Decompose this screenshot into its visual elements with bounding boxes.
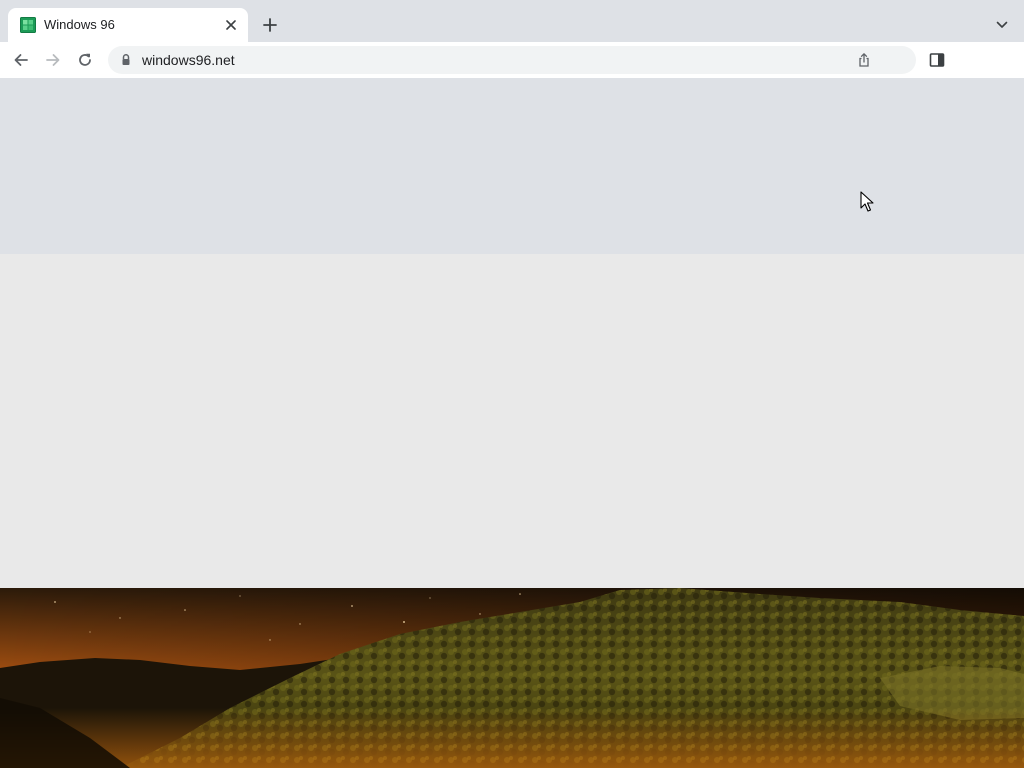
page-content xyxy=(0,78,1024,768)
reload-icon[interactable] xyxy=(72,47,98,73)
chevron-down-icon[interactable] xyxy=(990,13,1014,37)
plus-icon[interactable] xyxy=(258,13,282,37)
close-icon[interactable] xyxy=(222,16,240,34)
tab-strip: Windows 96 xyxy=(0,0,1024,42)
browser-toolbar: windows96.net xyxy=(0,42,1024,78)
tab-title: Windows 96 xyxy=(44,17,115,32)
windows-logo-icon xyxy=(20,17,36,33)
url-text[interactable]: windows96.net xyxy=(142,52,235,68)
lock-icon[interactable] xyxy=(119,53,133,67)
mouse-cursor-icon xyxy=(860,191,874,213)
address-bar[interactable]: windows96.net xyxy=(108,46,916,74)
side-panel-icon[interactable] xyxy=(928,51,946,69)
arrow-right-icon[interactable] xyxy=(40,47,66,73)
desktop-wallpaper-image xyxy=(0,588,1024,768)
arrow-left-icon[interactable] xyxy=(8,47,34,73)
share-icon[interactable] xyxy=(856,52,872,68)
page-banner xyxy=(0,78,1024,254)
browser-tab-windows96[interactable]: Windows 96 xyxy=(8,8,248,42)
